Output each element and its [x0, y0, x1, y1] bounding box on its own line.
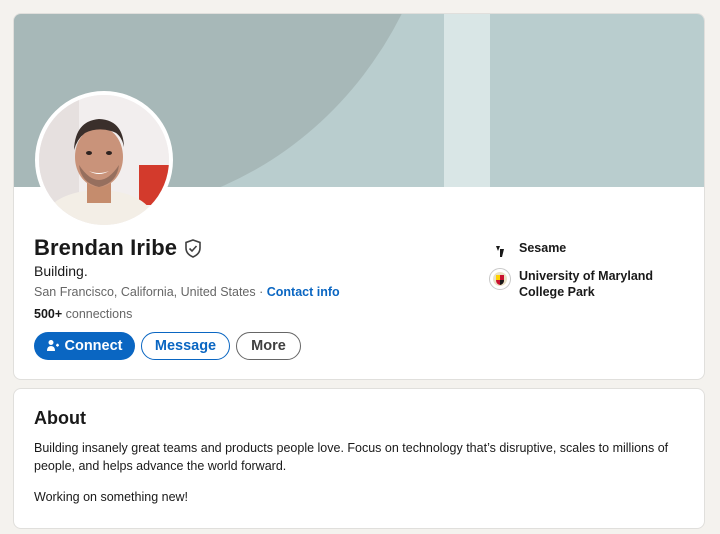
verified-shield-icon[interactable] [184, 238, 202, 258]
connect-label: Connect [64, 338, 123, 354]
connections-count[interactable]: 500+ connections [34, 307, 132, 321]
profile-location: San Francisco, California, United States [34, 285, 256, 299]
more-button[interactable]: More [236, 332, 301, 360]
message-label: Message [154, 338, 217, 354]
org-umd-name-line2: College Park [519, 285, 595, 299]
add-person-icon [46, 340, 59, 351]
about-card: About Building insanely great teams and … [13, 388, 705, 529]
connections-label: connections [62, 307, 133, 321]
message-button[interactable]: Message [141, 332, 230, 360]
profile-name: Brendan Iribe [34, 235, 178, 260]
profile-card: Brendan Iribe Building. San Francisco, C… [13, 13, 705, 380]
about-text-secondary: Working on something new! [34, 490, 189, 504]
avatar[interactable] [35, 91, 173, 229]
org-umd-name-line1: University of Maryland [519, 269, 654, 283]
profile-headline: Building. [34, 263, 88, 279]
org-sesame[interactable]: Sesame [489, 240, 566, 262]
location-separator: · [255, 285, 267, 299]
about-title: About [34, 408, 86, 428]
org-sesame-name: Sesame [519, 241, 567, 255]
umd-seal [489, 268, 511, 290]
banner-stripe [444, 14, 490, 187]
connections-number: 500+ [34, 307, 63, 321]
about-text: Building insanely great teams and produc… [34, 441, 669, 473]
more-label: More [251, 338, 286, 354]
contact-info-link[interactable]: Contact info [267, 285, 340, 299]
connect-button[interactable]: Connect [34, 332, 135, 360]
name-row: Brendan Iribe [34, 235, 202, 261]
location-row: San Francisco, California, United States… [34, 285, 340, 299]
org-umd[interactable]: University of Maryland College Park [489, 268, 653, 300]
sesame-logo [489, 240, 511, 262]
org-umd-name: University of Maryland College Park [519, 268, 653, 300]
